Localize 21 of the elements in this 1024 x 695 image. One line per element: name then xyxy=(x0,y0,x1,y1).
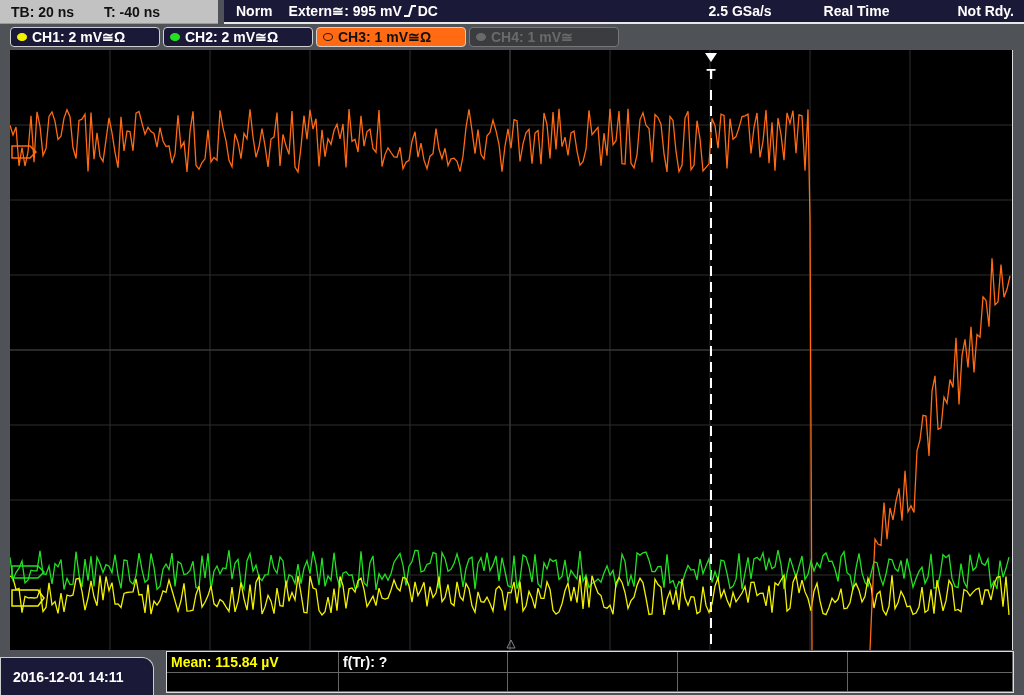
trigger-marker-icon xyxy=(705,53,717,62)
channel-marker-icon xyxy=(11,565,46,579)
channel-marker-icon xyxy=(11,589,45,607)
channel-dot xyxy=(323,33,333,41)
channel-marker-icon xyxy=(11,145,38,159)
trigger-source: Extern≅: 995 mV xyxy=(288,3,402,19)
time-reference-icon xyxy=(506,639,516,649)
measurement-reading: f(Tr): ? xyxy=(343,654,388,670)
timebase-readout: TB: 20 ns xyxy=(11,3,74,20)
acquisition-state: Not Rdy. xyxy=(957,3,1014,19)
timing-mode: Real Time xyxy=(823,3,890,19)
sample-rate: 2.5 GSa/s xyxy=(708,3,772,19)
trigger-marker: T xyxy=(706,65,716,82)
rising-edge-icon xyxy=(403,4,416,18)
channel-tab[interactable]: CH2: 2 mV≅Ω xyxy=(163,27,313,47)
trigger-offset-readout: T: -40 ns xyxy=(104,3,161,20)
channel-tab[interactable]: CH1: 2 mV≅Ω xyxy=(10,27,160,47)
channel-tab[interactable]: CH3: 1 mV≅Ω xyxy=(316,27,466,47)
trigger-coupling: DC xyxy=(417,3,438,19)
acquisition-mode: Norm xyxy=(236,3,273,19)
measurement-reading: Mean: 115.84 µV xyxy=(171,654,279,670)
